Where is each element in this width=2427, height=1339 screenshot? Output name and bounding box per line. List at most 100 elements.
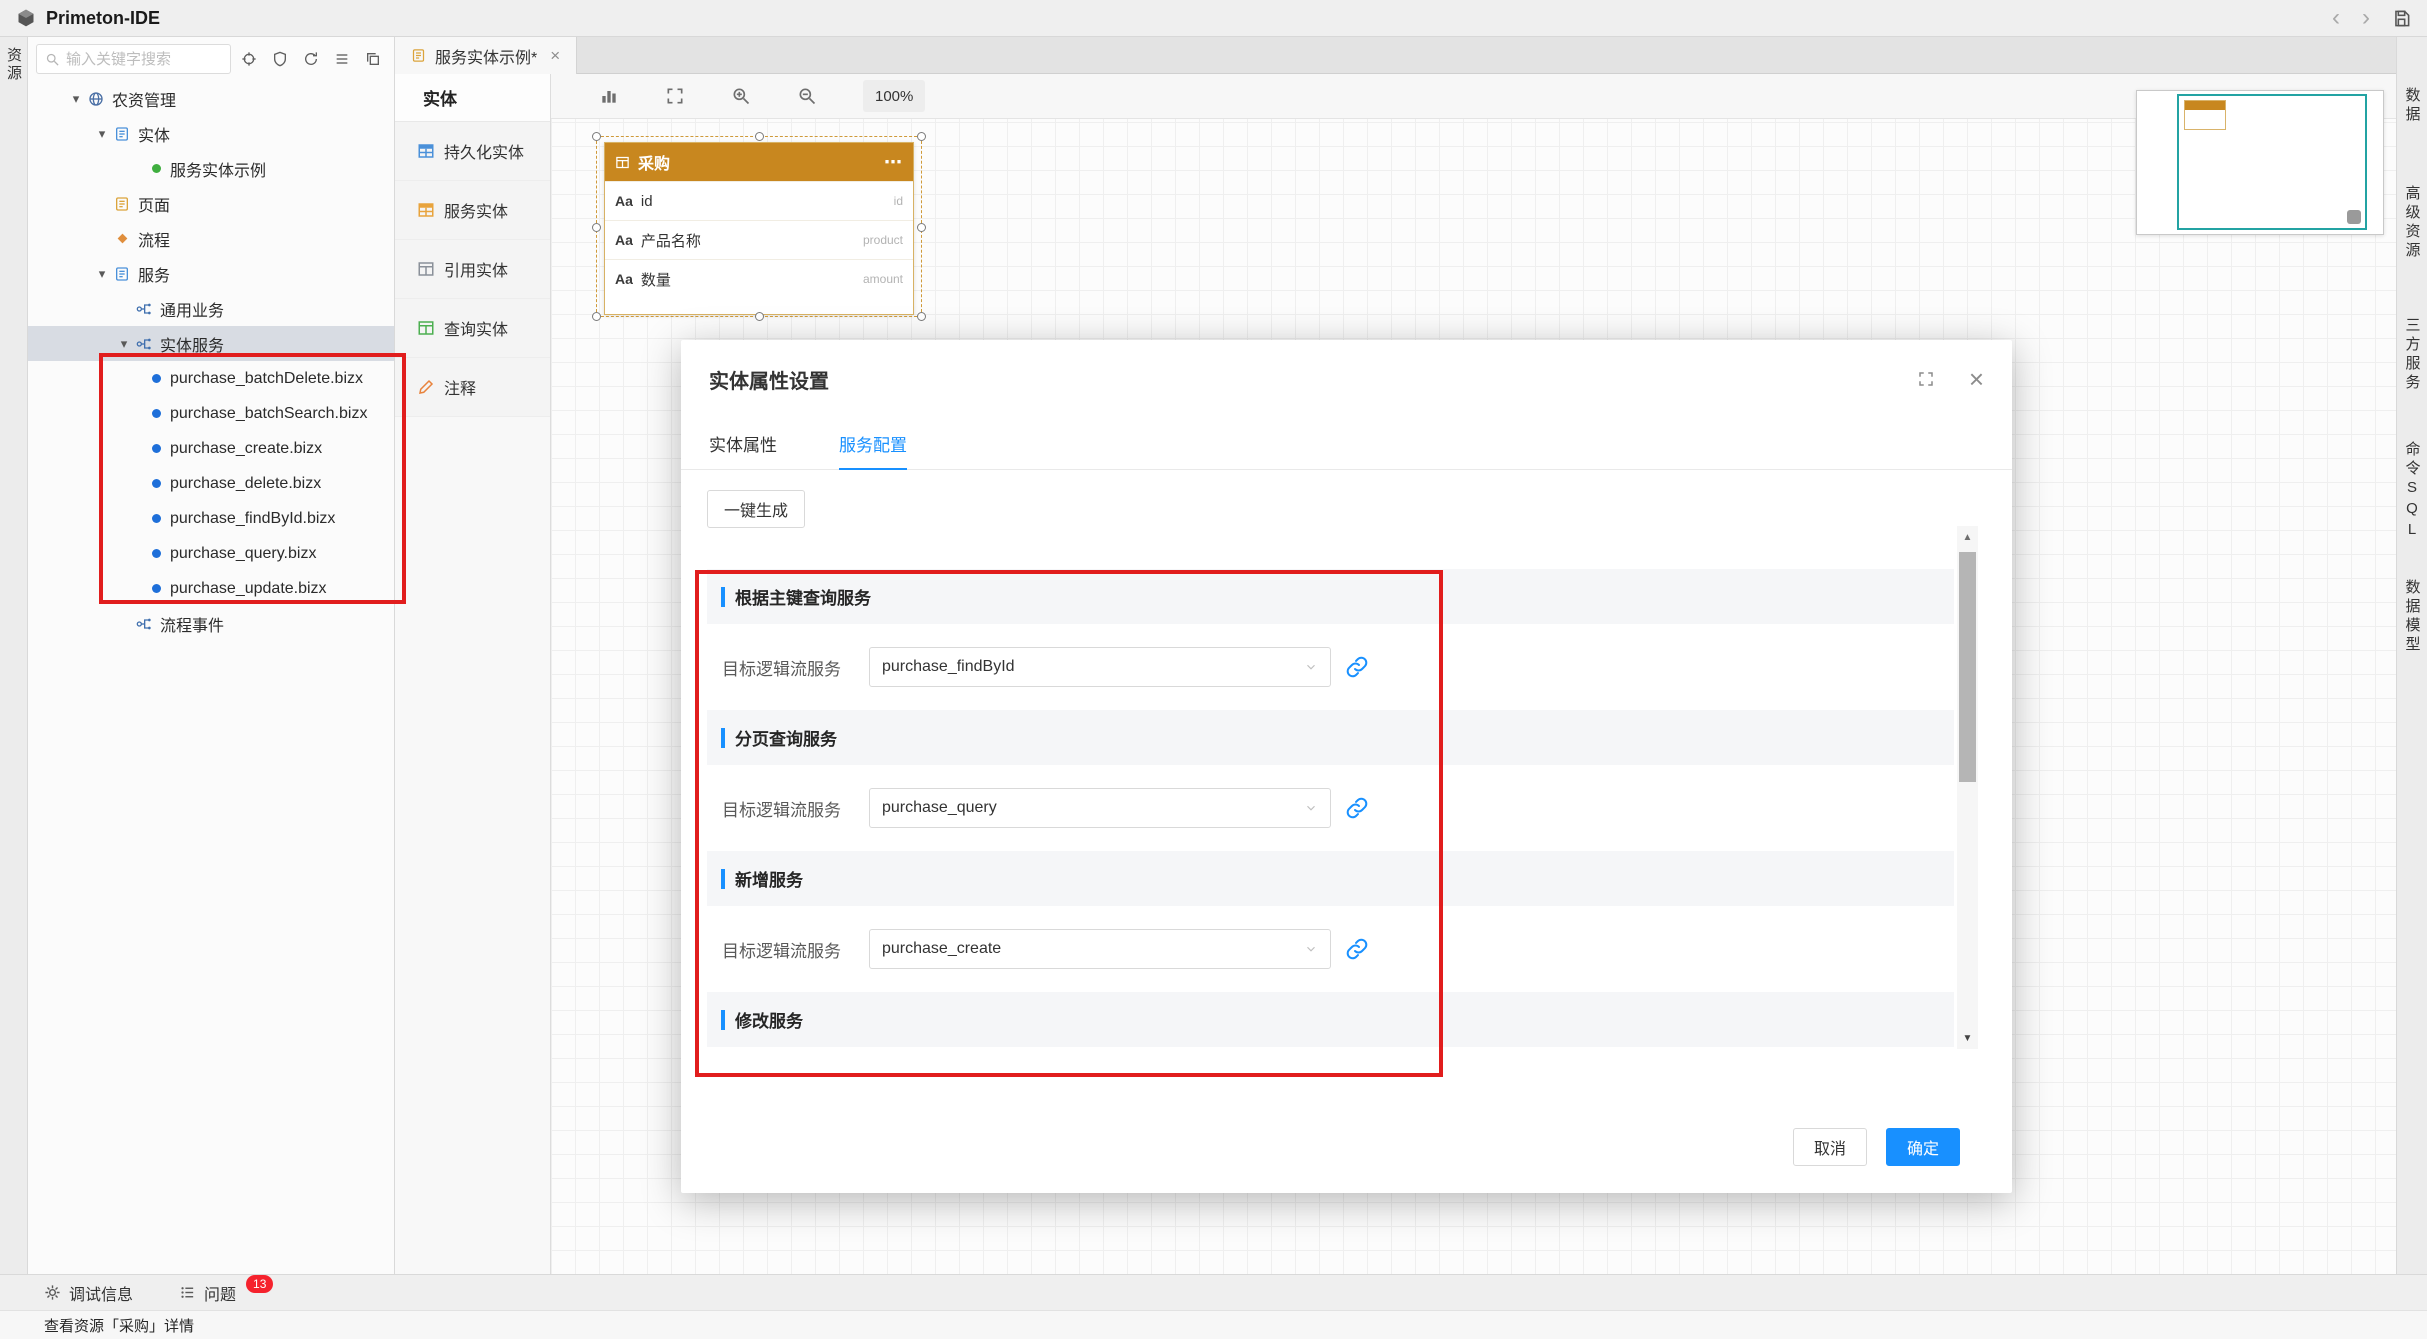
close-icon[interactable]: × (550, 46, 560, 66)
tree-item-label: purchase_create.bizx (170, 440, 322, 458)
entity-palette: 实体 持久化实体 服务实体 引用实体 查询实体 注释 (395, 74, 551, 1274)
scrollbar-thumb[interactable] (1959, 552, 1976, 782)
palette-item-reference-entity[interactable]: 引用实体 (395, 240, 550, 299)
entity-folder-icon (112, 126, 132, 142)
caret-down-icon[interactable]: ▾ (114, 336, 134, 352)
pencil-icon (417, 378, 435, 396)
tab-service-entity-example[interactable]: 服务实体示例* × (395, 37, 577, 74)
tree-item-purchase-batchdelete[interactable]: purchase_batchDelete.bizx (28, 361, 394, 396)
entity-field-row[interactable]: Aa 数量 amount (605, 259, 913, 298)
problems-count-badge: 13 (246, 1275, 273, 1293)
tree-item-flow[interactable]: 流程 (28, 221, 394, 256)
entity-property-dialog: 实体属性设置 × 实体属性 服务配置 一键生成 根据主键查询服务 目标逻辑流服务… (681, 340, 2012, 1193)
tree-item-label: 服务 (138, 262, 170, 286)
outline-chart-icon[interactable] (599, 86, 619, 106)
link-icon[interactable] (1345, 937, 1369, 961)
search-input[interactable] (66, 51, 222, 68)
fit-screen-icon[interactable] (665, 86, 685, 106)
caret-down-icon[interactable]: ▾ (66, 91, 86, 107)
tree-item-agri-mgmt[interactable]: ▾ 农资管理 (28, 81, 394, 116)
export-icon[interactable] (360, 46, 386, 72)
right-dock-tab-data[interactable]: 数据 (2402, 87, 2423, 125)
dialog-scrollbar[interactable]: ▲ ▼ (1957, 526, 1978, 1049)
palette-item-comment[interactable]: 注释 (395, 358, 550, 417)
selection-handle[interactable] (917, 132, 926, 141)
target-flow-select-findbyid[interactable]: purchase_findById (869, 647, 1331, 687)
right-dock-strip: 数据 高级资源 三方服务 命令SQL 数据模型 (2396, 37, 2427, 1274)
selection-handle[interactable] (917, 223, 926, 232)
selection-handle[interactable] (592, 312, 601, 321)
more-icon[interactable]: ⋯ (884, 152, 903, 173)
left-dock-tab-resources[interactable]: 资源 (3, 47, 24, 83)
cancel-button[interactable]: 取消 (1793, 1128, 1867, 1166)
resource-explorer-panel: ▾ 农资管理 ▾ 实体 服务实体示例 页面 流程 (28, 37, 395, 1274)
tree-item-common-business[interactable]: 通用业务 (28, 291, 394, 326)
right-dock-tab-data-model[interactable]: 数据模型 (2402, 579, 2423, 655)
tree-item-purchase-create[interactable]: purchase_create.bizx (28, 431, 394, 466)
scroll-up-icon[interactable]: ▲ (1957, 526, 1978, 548)
tab-service-config[interactable]: 服务配置 (839, 418, 907, 469)
minimap-viewport[interactable] (2177, 94, 2367, 230)
right-dock-tab-third-party-services[interactable]: 三方服务 (2402, 317, 2423, 393)
locate-icon[interactable] (236, 46, 262, 72)
target-flow-select-create[interactable]: purchase_create (869, 929, 1331, 969)
palette-item-label: 查询实体 (444, 316, 508, 340)
link-icon[interactable] (1345, 655, 1369, 679)
selection-handle[interactable] (592, 132, 601, 141)
tree-item-flow-event[interactable]: 流程事件 (28, 606, 394, 641)
save-icon[interactable] (2392, 9, 2411, 28)
tree-item-entity[interactable]: ▾ 实体 (28, 116, 394, 151)
expand-icon[interactable] (1917, 370, 1935, 388)
confirm-button[interactable]: 确定 (1886, 1128, 1960, 1166)
blue-dot-icon (152, 444, 161, 453)
entity-field-row[interactable]: Aa 产品名称 product (605, 220, 913, 259)
left-dock-strip: 资源 (0, 37, 28, 1274)
palette-item-persistent-entity[interactable]: 持久化实体 (395, 122, 550, 181)
tree-item-purchase-update[interactable]: purchase_update.bizx (28, 571, 394, 606)
selection-handle[interactable] (755, 132, 764, 141)
refresh-icon[interactable] (298, 46, 324, 72)
tree-item-label: purchase_delete.bizx (170, 475, 321, 493)
minimap-panel[interactable] (2136, 90, 2384, 235)
tree-item-page[interactable]: 页面 (28, 186, 394, 221)
validate-icon[interactable] (267, 46, 293, 72)
back-icon[interactable]: ‹ (2332, 6, 2340, 30)
one-click-generate-button[interactable]: 一键生成 (707, 490, 805, 528)
entity-card-purchase[interactable]: 采购 ⋯ Aa id id Aa 产品名称 product Aa 数量 amou… (604, 142, 914, 315)
tree-item-entity-service[interactable]: ▾ 实体服务 (28, 326, 394, 361)
right-dock-tab-advanced-resources[interactable]: 高级资源 (2402, 185, 2423, 261)
blue-dot-icon (152, 479, 161, 488)
tree-item-purchase-findbyid[interactable]: purchase_findById.bizx (28, 501, 394, 536)
caret-down-icon[interactable]: ▾ (92, 266, 112, 282)
close-icon[interactable]: × (1969, 366, 1984, 392)
debug-info-button[interactable]: 调试信息 (44, 1281, 133, 1305)
selection-handle[interactable] (917, 312, 926, 321)
palette-item-service-entity[interactable]: 服务实体 (395, 181, 550, 240)
tree-item-purchase-delete[interactable]: purchase_delete.bizx (28, 466, 394, 501)
selection-handle[interactable] (755, 312, 764, 321)
tab-entity-properties[interactable]: 实体属性 (709, 418, 777, 469)
target-flow-select-query[interactable]: purchase_query (869, 788, 1331, 828)
right-dock-tab-command-sql[interactable]: 命令SQL (2402, 441, 2423, 542)
zoom-in-icon[interactable] (731, 86, 751, 106)
selection-handle[interactable] (592, 223, 601, 232)
minimap-resize-handle-icon[interactable] (2347, 210, 2361, 224)
entity-field-row[interactable]: Aa id id (605, 181, 913, 220)
sort-icon[interactable] (329, 46, 355, 72)
zoom-level[interactable]: 100% (863, 80, 925, 112)
tree-item-service-entity-example[interactable]: 服务实体示例 (28, 151, 394, 186)
zoom-out-icon[interactable] (797, 86, 817, 106)
scroll-down-icon[interactable]: ▼ (1957, 1027, 1978, 1049)
tree-item-purchase-batchsearch[interactable]: purchase_batchSearch.bizx (28, 396, 394, 431)
forward-icon[interactable]: › (2362, 6, 2370, 30)
field-type-icon: Aa (615, 271, 633, 287)
palette-item-query-entity[interactable]: 查询实体 (395, 299, 550, 358)
tree-item-purchase-query[interactable]: purchase_query.bizx (28, 536, 394, 571)
blue-dot-icon (152, 409, 161, 418)
problems-button[interactable]: 问题 13 (179, 1281, 273, 1305)
entity-card-header[interactable]: 采购 ⋯ (605, 143, 913, 181)
caret-down-icon[interactable]: ▾ (92, 126, 112, 142)
tree-item-service[interactable]: ▾ 服务 (28, 256, 394, 291)
link-icon[interactable] (1345, 796, 1369, 820)
tree-item-label: purchase_batchDelete.bizx (170, 370, 363, 388)
